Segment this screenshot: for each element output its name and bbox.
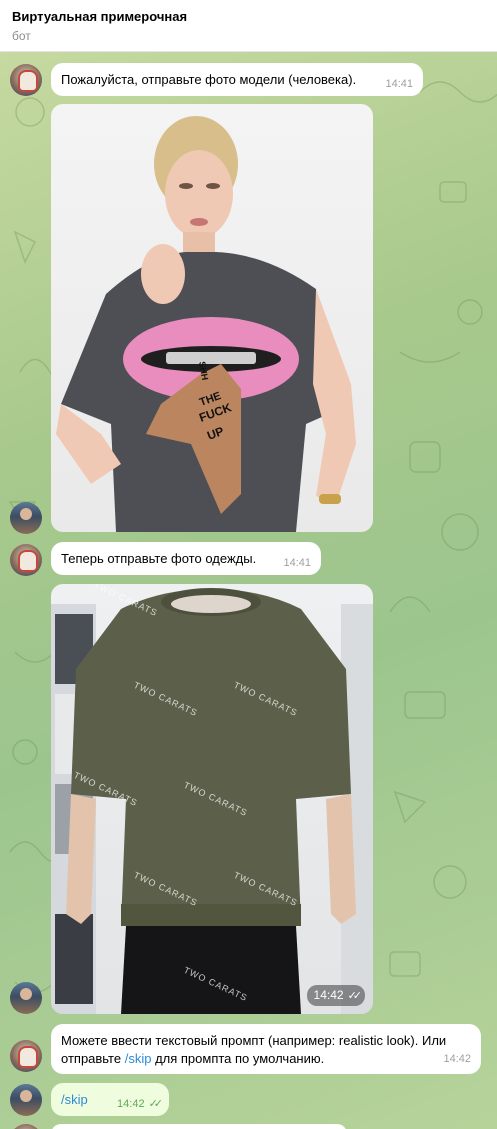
user-photo-model[interactable]: SHH THE FUCK UP [51,104,373,532]
message-text: для промпта по умолчанию. [151,1051,325,1066]
bot-avatar[interactable] [10,64,42,96]
user-message: /skip 14:42 ✓✓ [51,1083,169,1116]
message-time: 14:42 ✓✓ [117,1098,164,1110]
chat-subtitle: бот [12,29,31,43]
chat-header[interactable]: Виртуальная примерочная бот [0,0,497,52]
bot-message: Пожалуйста, отправьте фото модели (челов… [51,63,423,96]
double-check-icon: ✓✓ [347,990,363,1002]
message-time: 14:42 [443,1053,471,1065]
user-avatar[interactable] [10,1084,42,1116]
message-text: Теперь отправьте фото одежды. [61,551,257,566]
message-time: 14:42 [313,988,344,1002]
double-check-icon: ✓✓ [148,1098,164,1110]
user-photo-clothing[interactable]: TWO CARATS TWO CARATS TWO CARATS TWO CAR… [51,584,373,1014]
photo-timestamp: 14:42 ✓✓ [306,985,365,1006]
bot-message-partial [51,1124,347,1129]
bot-message: Теперь отправьте фото одежды. 14:41 [51,542,321,575]
skip-command-link[interactable]: /skip [125,1051,152,1066]
chat-title: Виртуальная примерочная [12,9,188,24]
message-time: 14:41 [283,557,311,569]
bot-avatar[interactable] [10,544,42,576]
message-text: Пожалуйста, отправьте фото модели (челов… [61,72,357,87]
user-avatar[interactable] [10,982,42,1014]
message-time: 14:41 [385,78,413,90]
user-avatar[interactable] [10,502,42,534]
bot-avatar[interactable] [10,1040,42,1072]
bot-message: Можете ввести текстовый промпт (например… [51,1024,481,1074]
model-photo-image: SHH THE FUCK UP [56,116,356,532]
skip-command-link[interactable]: /skip [61,1092,88,1107]
